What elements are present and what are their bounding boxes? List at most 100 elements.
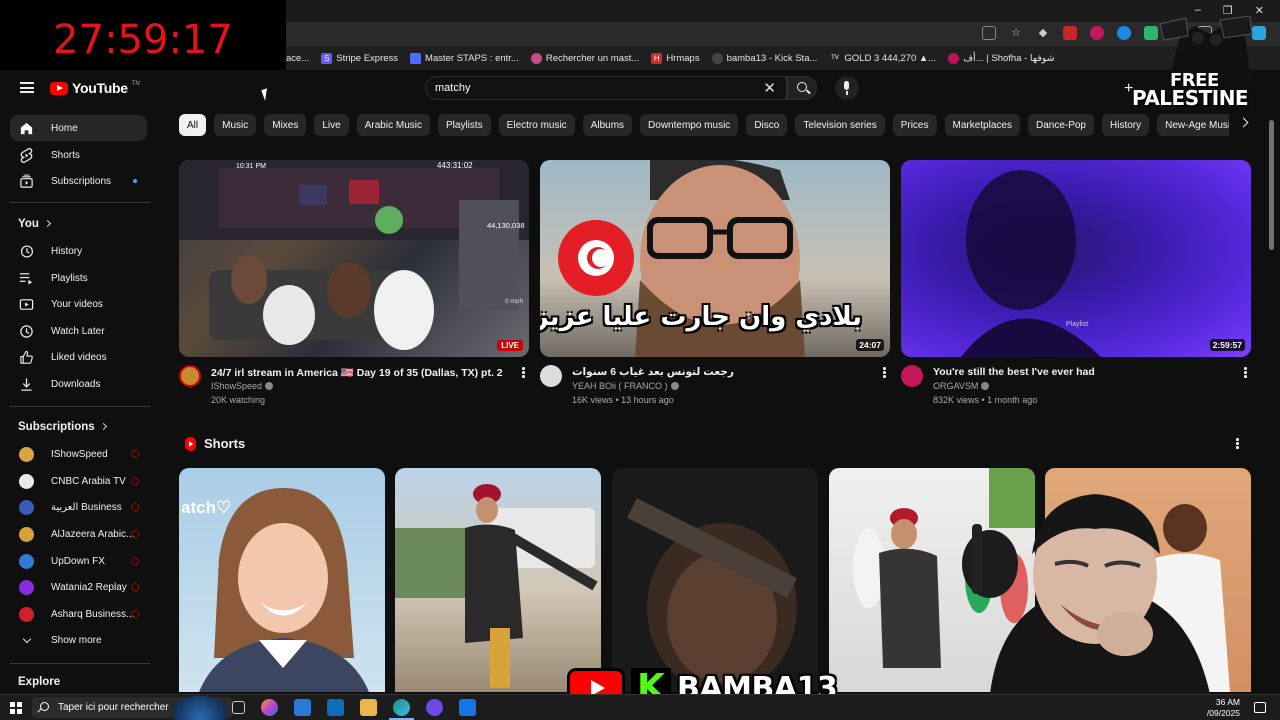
sidebar-item-shorts[interactable]: Shorts xyxy=(10,142,147,168)
chip-prices[interactable]: Prices xyxy=(892,114,937,136)
chip-dance-pop[interactable]: Dance-Pop xyxy=(1027,114,1094,136)
menu-icon[interactable] xyxy=(20,82,34,93)
channel-name: العربية Business xyxy=(51,501,122,513)
obs-app-icon[interactable] xyxy=(426,699,443,716)
notification-icon[interactable] xyxy=(1254,702,1266,713)
you-heading[interactable]: You xyxy=(18,218,51,230)
more-options-icon[interactable] xyxy=(883,367,886,379)
sidebar-item-watch-later[interactable]: Watch Later xyxy=(10,318,147,344)
clear-search-icon[interactable]: ✕ xyxy=(763,79,776,97)
chip-all[interactable]: All xyxy=(179,114,207,136)
video-title[interactable]: 24/7 irl stream in America 🇺🇸 Day 19 of … xyxy=(211,366,511,379)
chip-mixes[interactable]: Mixes xyxy=(264,114,307,136)
bookmark-item[interactable]: Master STAPS : entr... xyxy=(410,52,519,64)
video-card[interactable]: 10:31 PM 443:31:02 44,130,038 0 mph LIVE… xyxy=(179,160,529,415)
bookmark-item[interactable]: أف... | Shofha - شوفها xyxy=(948,52,1055,64)
bookmark-item[interactable]: Rechercher un mast... xyxy=(530,52,639,64)
sidebar-item-playlists[interactable]: Playlists xyxy=(10,265,147,291)
channel-avatar[interactable] xyxy=(901,365,923,387)
taskbar-clock[interactable]: 36 AM /09/2025 xyxy=(1207,697,1240,719)
video-title[interactable]: You're still the best I've ever had xyxy=(933,366,1233,378)
chip-music[interactable]: Music xyxy=(214,114,257,136)
channel-name[interactable]: IShowSpeed xyxy=(211,381,274,391)
bookmark-item[interactable]: H Hrmaps xyxy=(651,52,700,64)
short-card[interactable] xyxy=(395,468,601,692)
chip-albums[interactable]: Albums xyxy=(582,114,633,136)
video-thumbnail[interactable]: 10:31 PM 443:31:02 44,130,038 0 mph LIVE xyxy=(179,160,529,357)
chip-history[interactable]: History xyxy=(1102,114,1150,136)
video-thumbnail[interactable]: بلادي وان جارت عليا عزيزة 24:07 xyxy=(540,160,890,357)
video-card[interactable]: Playlist 2:59:57 You're still the best I… xyxy=(901,160,1251,415)
chip-disco[interactable]: Disco xyxy=(746,114,788,136)
sidebar-item-history[interactable]: History xyxy=(10,238,147,264)
chip-playlists[interactable]: Playlists xyxy=(437,114,491,136)
short-card[interactable] xyxy=(612,468,818,692)
video-thumbnail[interactable]: Playlist 2:59:57 xyxy=(901,160,1251,357)
search-button[interactable] xyxy=(787,76,817,100)
subscriptions-heading[interactable]: Subscriptions xyxy=(18,421,107,433)
chip-marketplaces[interactable]: Marketplaces xyxy=(944,114,1020,136)
show-more-button[interactable]: Show more xyxy=(10,627,147,653)
sidebar-item-home[interactable]: Home xyxy=(10,115,147,141)
search-input[interactable]: matchy xyxy=(435,82,470,94)
sidebar-channel-item[interactable]: Asharq Business... xyxy=(10,601,147,627)
extension-red-icon[interactable] xyxy=(1063,26,1077,40)
channel-name[interactable]: YEAH BOii ( FRANCO ) xyxy=(572,381,679,391)
sidebar-item-liked-videos[interactable]: Liked videos xyxy=(10,344,147,370)
video-card[interactable]: بلادي وان جارت عليا عزيزة 24:07 رجعت لتو… xyxy=(540,160,890,415)
task-view-icon[interactable] xyxy=(232,701,245,714)
page-scrollbar[interactable] xyxy=(1268,108,1276,695)
sidebar-item-downloads[interactable]: Downloads xyxy=(10,371,147,397)
sidebar-channel-item[interactable]: العربية Business xyxy=(10,494,147,520)
remote-app-icon[interactable] xyxy=(459,699,476,716)
more-options-icon[interactable] xyxy=(522,367,525,379)
edge-browser-icon[interactable] xyxy=(389,699,414,720)
sidebar-item-your-videos[interactable]: Your videos xyxy=(10,291,147,317)
bookmark-item[interactable]: S Stripe Express xyxy=(321,52,398,64)
app-grid-icon[interactable] xyxy=(982,26,996,40)
copilot-app-icon[interactable] xyxy=(261,699,278,716)
chip-television-series[interactable]: Television series xyxy=(795,114,885,136)
sidebar-channel-item[interactable]: UpDown FX xyxy=(10,548,147,574)
bookmark-item[interactable]: TV GOLD 3 444,270 ▲... xyxy=(829,52,936,64)
bookmark-item[interactable]: bamba13 - Kick Sta... xyxy=(711,52,817,64)
sidebar-channel-item[interactable]: AlJazeera Arabic... xyxy=(10,521,147,547)
channel-name[interactable]: ORGAVSM xyxy=(933,381,990,391)
chip-new-age-music[interactable]: New-Age Music xyxy=(1157,114,1229,136)
windows-start-icon[interactable] xyxy=(10,702,22,714)
extension-pink-icon[interactable] xyxy=(1090,26,1104,40)
youtube-logo[interactable]: YouTube TN xyxy=(50,80,140,96)
outlook-app-icon[interactable] xyxy=(327,699,344,716)
channel-avatar[interactable] xyxy=(179,365,201,387)
search-box[interactable]: matchy ✕ xyxy=(425,76,787,100)
sidebar-channel-item[interactable]: IShowSpeed xyxy=(10,441,147,467)
store-app-icon[interactable] xyxy=(294,699,311,716)
globe-widget-icon[interactable] xyxy=(174,696,226,720)
bookmarks-bar: ace... S Stripe Express Master STAPS : en… xyxy=(286,48,1055,68)
shield-icon xyxy=(410,52,422,64)
channel-avatar xyxy=(19,553,34,569)
chip-live[interactable]: Live xyxy=(314,114,349,136)
playlists-icon xyxy=(19,272,33,285)
globe-icon xyxy=(711,52,723,64)
chevron-right-icon[interactable] xyxy=(1238,117,1249,128)
more-options-icon[interactable] xyxy=(1236,438,1239,450)
file-explorer-icon[interactable] xyxy=(360,699,377,716)
video-title[interactable]: رجعت لتونس بعد غياب 6 سنوات xyxy=(572,366,872,378)
extension-diamond-icon[interactable]: ◆ xyxy=(1036,26,1050,40)
more-options-icon[interactable] xyxy=(1244,367,1247,379)
sidebar-item-subscriptions[interactable]: Subscriptions xyxy=(10,168,147,194)
channel-avatar[interactable] xyxy=(540,365,562,387)
sidebar-channel-item[interactable]: CNBC Arabia TV xyxy=(10,468,147,494)
chip-arabic-music[interactable]: Arabic Music xyxy=(356,114,430,136)
playlist-watermark: Playlist xyxy=(1066,321,1088,328)
chip-electro-music[interactable]: Electro music xyxy=(498,114,575,136)
bookmark-item[interactable]: ace... xyxy=(286,53,309,64)
short-card[interactable]: atch♡ xyxy=(179,468,385,692)
star-icon[interactable]: ☆ xyxy=(1009,26,1023,40)
chip-downtempo-music[interactable]: Downtempo music xyxy=(640,114,739,136)
scrollbar-thumb[interactable] xyxy=(1269,120,1274,250)
live-badge: LIVE xyxy=(497,340,523,351)
sidebar-channel-item[interactable]: Watania2 Replay xyxy=(10,574,147,600)
voice-search-button[interactable] xyxy=(835,76,859,100)
